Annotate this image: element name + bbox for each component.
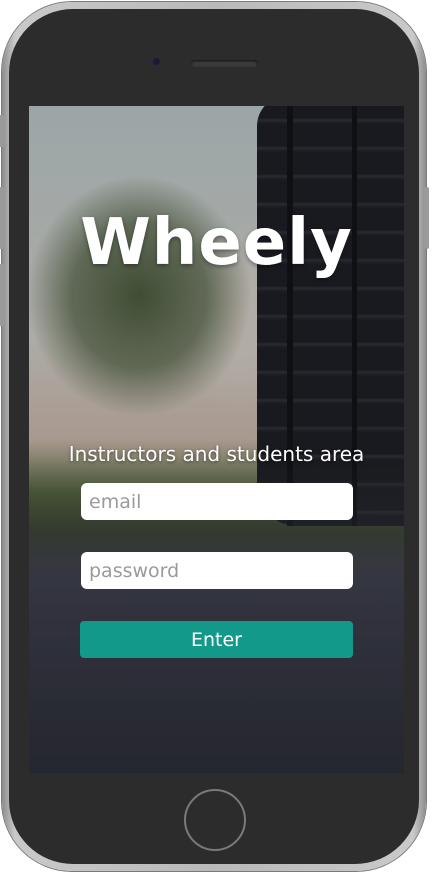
power-button bbox=[424, 187, 429, 249]
app-screen: Wheely Instructors and students area Ent… bbox=[29, 106, 404, 773]
earpiece-speaker bbox=[191, 60, 258, 67]
enter-button[interactable]: Enter bbox=[80, 621, 353, 658]
volume-down-button bbox=[0, 264, 4, 326]
home-button[interactable] bbox=[184, 789, 246, 851]
password-field[interactable] bbox=[81, 552, 353, 589]
silent-switch bbox=[0, 115, 4, 147]
front-camera bbox=[152, 57, 161, 66]
app-title: Wheely bbox=[80, 206, 353, 280]
email-field[interactable] bbox=[81, 483, 353, 520]
volume-up-button bbox=[0, 187, 4, 249]
area-subtitle: Instructors and students area bbox=[68, 442, 365, 466]
